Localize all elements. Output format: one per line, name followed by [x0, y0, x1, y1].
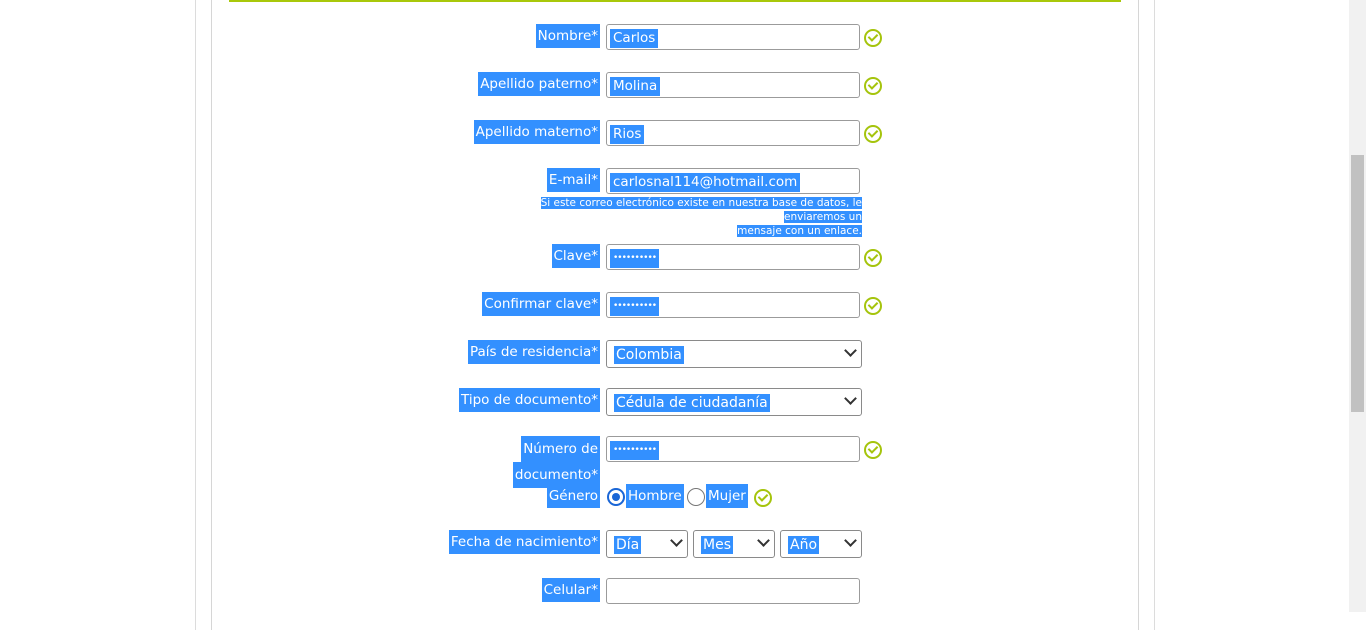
fecha-mes-select[interactable]: Mes: [693, 530, 775, 558]
confirmar-clave-valid-check-icon: [864, 297, 882, 315]
fecha-dia-value: Día: [614, 536, 642, 554]
numero-documento-value: ••••••••••: [610, 441, 660, 460]
pais-label: País de residencia*: [467, 340, 600, 364]
genero-mujer-radio[interactable]: [687, 488, 705, 506]
page-scrollbar[interactable]: [1349, 0, 1366, 612]
confirmar-clave-value: ••••••••••: [610, 297, 660, 316]
chevron-down-icon: [757, 534, 770, 547]
nombre-valid-check-icon: [864, 29, 882, 47]
apellido-materno-label: Apellido materno*: [473, 120, 600, 144]
fecha-anio-value: Año: [788, 536, 820, 554]
apellido-paterno-value: Molina: [610, 77, 661, 96]
pais-select[interactable]: Colombia: [606, 340, 862, 368]
tipo-documento-select[interactable]: Cédula de ciudadanía: [606, 388, 862, 416]
genero-mujer-label[interactable]: Mujer: [706, 484, 748, 508]
email-note: Si este correo electrónico existe en nue…: [490, 196, 862, 238]
nombre-value: Carlos: [610, 29, 659, 48]
genero-label: Género: [546, 484, 600, 508]
tipo-documento-value: Cédula de ciudadanía: [614, 394, 770, 412]
celular-value: [610, 583, 616, 602]
chevron-down-icon: [670, 534, 683, 547]
nombre-label: Nombre*: [535, 24, 600, 48]
numero-documento-input[interactable]: ••••••••••: [606, 436, 860, 462]
apellido-materno-input[interactable]: Rios: [606, 120, 860, 146]
genero-valid-check-icon: [754, 489, 772, 507]
clave-valid-check-icon: [864, 249, 882, 267]
fecha-mes-value: Mes: [701, 536, 733, 554]
confirmar-clave-label: Confirmar clave*: [482, 292, 600, 316]
genero-hombre-label[interactable]: Hombre: [626, 484, 684, 508]
apellido-materno-value: Rios: [610, 125, 645, 144]
confirmar-clave-input[interactable]: ••••••••••: [606, 292, 860, 318]
email-value: carlosnal114@hotmail.com: [610, 173, 801, 192]
clave-value: ••••••••••: [610, 249, 660, 268]
clave-input[interactable]: ••••••••••: [606, 244, 860, 270]
tipo-documento-label: Tipo de documento*: [459, 388, 600, 412]
scrollbar-thumb[interactable]: [1351, 155, 1364, 412]
fecha-nacimiento-label: Fecha de nacimiento*: [448, 530, 600, 554]
nombre-input[interactable]: Carlos: [606, 24, 860, 50]
email-label: E-mail*: [546, 168, 600, 192]
apellido-paterno-label: Apellido paterno*: [478, 72, 600, 96]
apellido-materno-valid-check-icon: [864, 125, 882, 143]
pais-value: Colombia: [614, 346, 684, 364]
genero-hombre-radio[interactable]: [607, 488, 625, 506]
fecha-anio-select[interactable]: Año: [780, 530, 862, 558]
apellido-paterno-input[interactable]: Molina: [606, 72, 860, 98]
email-note-line2: mensaje con un enlace.: [737, 225, 862, 237]
celular-input[interactable]: [606, 578, 860, 604]
clave-label: Clave*: [551, 244, 600, 268]
numero-documento-label-line1: Número de: [521, 436, 600, 462]
chevron-down-icon: [844, 534, 857, 547]
chevron-down-icon: [844, 344, 857, 357]
celular-label: Celular*: [541, 578, 600, 602]
chevron-down-icon: [844, 392, 857, 405]
email-input[interactable]: carlosnal114@hotmail.com: [606, 168, 860, 194]
accent-divider: [229, 0, 1121, 2]
fecha-dia-select[interactable]: Día: [606, 530, 688, 558]
apellido-paterno-valid-check-icon: [864, 77, 882, 95]
email-note-line1: Si este correo electrónico existe en nue…: [540, 197, 862, 223]
numero-documento-valid-check-icon: [864, 441, 882, 459]
